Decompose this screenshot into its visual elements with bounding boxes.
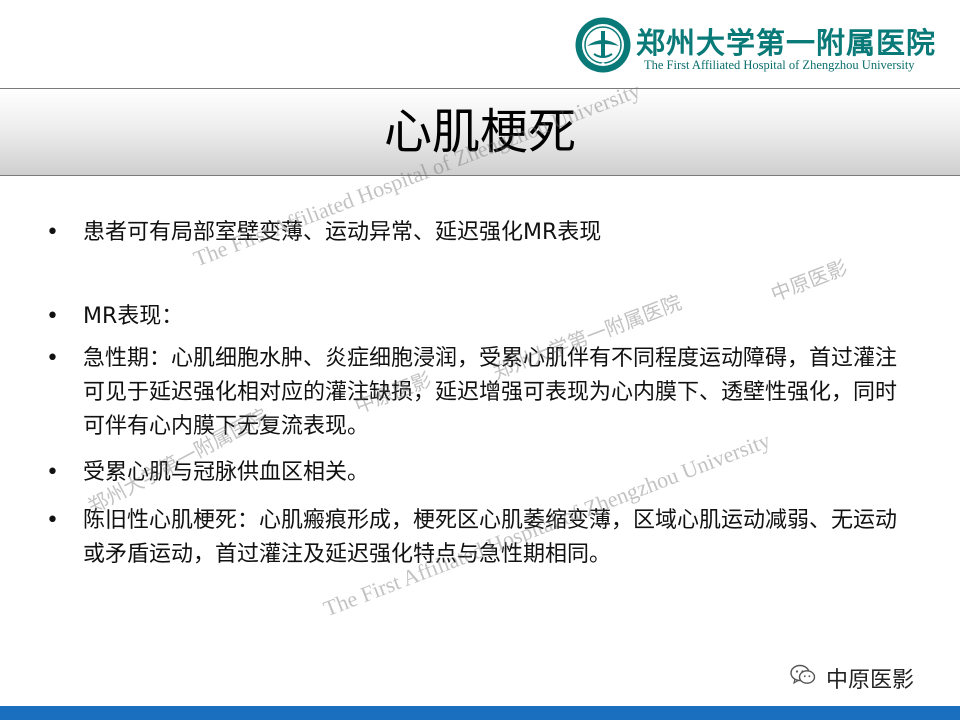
slide: 郑州大学第一附属医院 The First Affiliated Hospital… bbox=[0, 0, 960, 720]
bullet-marker: • bbox=[46, 508, 59, 533]
hospital-name-cn: 郑州大学第一附属医院 bbox=[636, 26, 937, 60]
bullet-text: 患者可有局部室壁变薄、运动异常、延迟强化MR表现 bbox=[83, 220, 602, 245]
slide-title: 心肌梗死 bbox=[383, 104, 576, 160]
bullet-item: • 陈旧性心肌梗死：心肌瘢痕形成，梗死区心肌萎缩变薄，区域心肌运动减弱、无运动或… bbox=[46, 504, 906, 572]
bullet-item: • 患者可有局部室壁变薄、运动异常、延迟强化MR表现 bbox=[46, 216, 906, 250]
bullet-list: • 患者可有局部室壁变薄、运动异常、延迟强化MR表现 • MR表现： • 急性期… bbox=[46, 216, 906, 572]
bullet-item: • 急性期：心肌细胞水肿、炎症细胞浸润，受累心肌伴有不同程度运动障碍，首过灌注可… bbox=[46, 342, 906, 444]
bullet-marker: • bbox=[46, 304, 59, 329]
footer-bar bbox=[0, 706, 960, 720]
bullet-text: 受累心肌与冠脉供血区相关。 bbox=[83, 460, 370, 485]
bullet-item: • MR表现： bbox=[46, 300, 906, 334]
title-band: 心肌梗死 bbox=[0, 88, 960, 176]
footer-brand-label: 中原医影 bbox=[826, 668, 915, 693]
wechat-icon bbox=[790, 664, 816, 685]
bullet-marker: • bbox=[46, 220, 59, 245]
bullet-text: 陈旧性心肌梗死：心肌瘢痕形成，梗死区心肌萎缩变薄，区域心肌运动减弱、无运动或矛盾… bbox=[83, 508, 898, 567]
bullet-marker: • bbox=[46, 346, 59, 371]
bullet-text: MR表现： bbox=[83, 304, 184, 329]
hospital-name-en: The First Affiliated Hospital of Zhengzh… bbox=[644, 58, 915, 72]
bullet-item: • 受累心肌与冠脉供血区相关。 bbox=[46, 456, 906, 490]
hospital-seal-icon bbox=[575, 17, 631, 73]
bullet-text: 急性期：心肌细胞水肿、炎症细胞浸润，受累心肌伴有不同程度运动障碍，首过灌注可见于… bbox=[83, 346, 898, 439]
bullet-marker: • bbox=[46, 460, 59, 485]
